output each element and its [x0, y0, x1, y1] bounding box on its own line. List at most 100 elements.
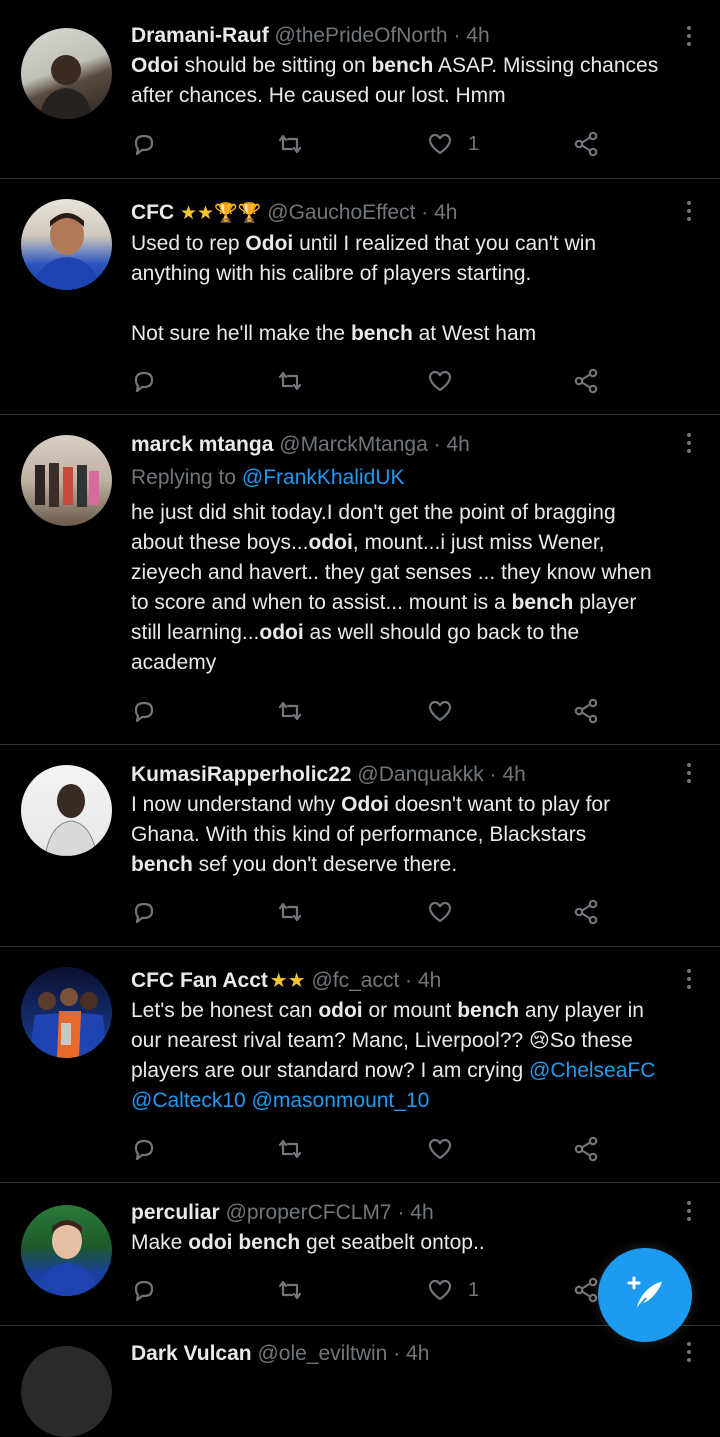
like-button[interactable] [426, 365, 454, 397]
avatar[interactable] [21, 28, 112, 119]
timestamp[interactable]: 4h [434, 201, 457, 224]
timestamp[interactable]: 4h [410, 1201, 433, 1224]
separator-dot: · [489, 763, 497, 786]
tweet[interactable]: Dramani-Rauf @thePrideOfNorth · 4h Odoi … [0, 0, 720, 179]
avatar[interactable] [21, 199, 112, 290]
reply-button[interactable] [130, 365, 158, 397]
display-name[interactable]: CFC Fan Acct [131, 969, 268, 992]
share-icon [572, 1135, 600, 1163]
like-button[interactable] [426, 695, 454, 727]
tweet-text: Odoi should be sitting on bench ASAP. Mi… [131, 51, 680, 111]
reply-button[interactable] [130, 896, 158, 928]
more-options-icon[interactable] [686, 763, 692, 787]
more-options-icon[interactable] [686, 1201, 692, 1225]
action-bar [130, 896, 610, 928]
more-options-icon[interactable] [686, 433, 692, 457]
reply-mention-link[interactable]: @FrankKhalidUK [242, 466, 405, 489]
retweet-button[interactable] [276, 695, 304, 727]
retweet-button[interactable] [276, 128, 304, 160]
tweet-text-line: I now understand why Odoi doesn't want t… [131, 790, 680, 820]
timestamp[interactable]: 4h [466, 24, 489, 47]
display-name[interactable]: KumasiRapperholic22 [131, 763, 352, 786]
share-button[interactable] [572, 365, 600, 397]
avatar[interactable] [21, 1346, 112, 1437]
more-options-icon[interactable] [686, 969, 692, 993]
text-segment: he just did shit today.I don't get the p… [131, 501, 616, 524]
share-button[interactable] [572, 128, 600, 160]
user-handle[interactable]: @properCFCLM7 [226, 1201, 392, 1224]
text-segment: Let's be honest can [131, 999, 319, 1022]
like-button[interactable]: 1 [426, 128, 479, 160]
user-handle[interactable]: @thePrideOfNorth [275, 24, 448, 47]
user-handle[interactable]: @GauchoEffect [267, 201, 415, 224]
highlighted-keyword: odoi [318, 999, 363, 1022]
action-bar [130, 1133, 610, 1165]
reply-button[interactable] [130, 1274, 158, 1306]
compose-tweet-icon [627, 1276, 662, 1311]
like-button[interactable] [426, 1133, 454, 1165]
action-bar [130, 695, 610, 727]
retweet-button[interactable] [276, 365, 304, 397]
mention-link[interactable]: @ChelseaFC [529, 1059, 655, 1082]
share-button[interactable] [572, 1133, 600, 1165]
retweet-button[interactable] [276, 896, 304, 928]
avatar[interactable] [21, 1205, 112, 1296]
display-name[interactable]: CFC [131, 201, 174, 224]
compose-tweet-button[interactable] [598, 1248, 692, 1342]
display-name[interactable]: perculiar [131, 1201, 220, 1224]
share-button[interactable] [572, 1274, 600, 1306]
tweet[interactable]: CFC Fan Acct ★★ @fc_acct · 4h Let's be h… [0, 947, 720, 1183]
like-button[interactable] [426, 896, 454, 928]
reply-button[interactable] [130, 695, 158, 727]
timestamp[interactable]: 4h [446, 433, 469, 456]
tweet[interactable]: marck mtanga @MarckMtanga · 4h Replying … [0, 415, 720, 745]
timestamp[interactable]: 4h [503, 763, 526, 786]
mention-link[interactable]: @Calteck10 [131, 1089, 246, 1112]
action-bar: 1 [130, 128, 610, 160]
timestamp[interactable]: 4h [406, 1342, 429, 1365]
separator-dot: · [421, 201, 429, 224]
timestamp[interactable]: 4h [418, 969, 441, 992]
tweet-text-line: zieyech and havert.. they gat senses ...… [131, 558, 680, 588]
tweet-text-line: anything with his calibre of players sta… [131, 259, 680, 289]
mention-link[interactable]: @masonmount_10 [252, 1089, 430, 1112]
share-button[interactable] [572, 896, 600, 928]
tweet[interactable]: Dark Vulcan @ole_eviltwin · 4h [0, 1326, 720, 1437]
heart-icon [426, 130, 454, 158]
tweet-text: Let's be honest can odoi or mount bench … [131, 996, 680, 1116]
more-options-icon[interactable] [686, 201, 692, 225]
highlighted-keyword: bench [131, 853, 193, 876]
text-segment: about these boys... [131, 531, 309, 554]
replying-to: Replying to @FrankKhalidUK [131, 463, 680, 493]
tweet-text-line: to score and when to assist... mount is … [131, 588, 680, 618]
heart-icon [426, 697, 454, 725]
avatar[interactable] [21, 967, 112, 1058]
user-handle[interactable]: @fc_acct [311, 969, 399, 992]
display-name[interactable]: Dark Vulcan [131, 1342, 252, 1365]
share-icon [572, 1276, 600, 1304]
share-icon [572, 697, 600, 725]
user-handle[interactable]: @MarckMtanga [279, 433, 428, 456]
retweet-button[interactable] [276, 1274, 304, 1306]
text-segment: Not sure he'll make the [131, 322, 351, 345]
tweet[interactable]: CFC ★★🏆🏆 @GauchoEffect · 4h Used to rep … [0, 179, 720, 415]
more-options-icon[interactable] [686, 1342, 692, 1366]
tweet-text-line: Odoi should be sitting on bench ASAP. Mi… [131, 51, 680, 81]
retweet-button[interactable] [276, 1133, 304, 1165]
user-handle[interactable]: @ole_eviltwin [257, 1342, 387, 1365]
tweet-text-line: Let's be honest can odoi or mount bench … [131, 996, 680, 1026]
tweet[interactable]: KumasiRapperholic22 @Danquakkk · 4h I no… [0, 745, 720, 947]
reply-button[interactable] [130, 128, 158, 160]
highlighted-keyword: odoi [259, 621, 304, 644]
like-button[interactable]: 1 [426, 1274, 479, 1306]
display-name[interactable]: Dramani-Rauf [131, 24, 269, 47]
reply-button[interactable] [130, 1133, 158, 1165]
display-name[interactable]: marck mtanga [131, 433, 273, 456]
highlighted-keyword: bench [371, 54, 434, 77]
reply-icon [130, 130, 158, 158]
user-handle[interactable]: @Danquakkk [357, 763, 483, 786]
share-button[interactable] [572, 695, 600, 727]
more-options-icon[interactable] [686, 26, 692, 50]
avatar[interactable] [21, 435, 112, 526]
avatar[interactable] [21, 765, 112, 856]
